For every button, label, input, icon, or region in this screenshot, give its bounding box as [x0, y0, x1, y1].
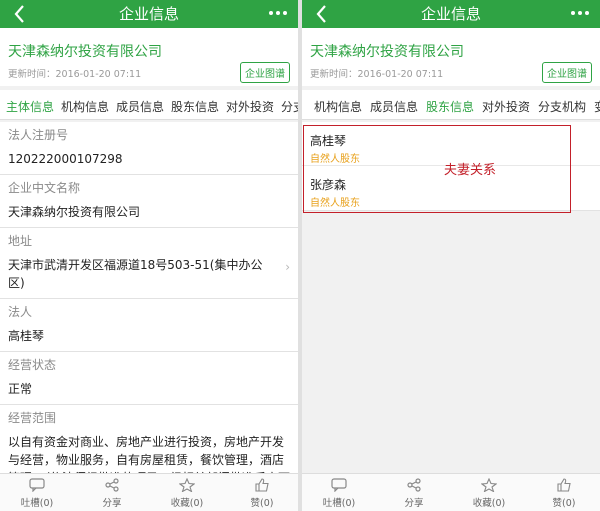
field-value: 正常 — [8, 382, 33, 396]
share-button[interactable]: 分享 — [384, 478, 444, 509]
nav-bar: 企业信息 — [302, 0, 600, 28]
field-company-name: 企业中文名称 天津森纳尔投资有限公司 — [0, 175, 298, 228]
tab-org-info[interactable]: 机构信息 — [61, 98, 109, 115]
shareholder-area: 高桂琴 自然人股东 张彦森 自然人股东 夫妻关系 — [302, 122, 600, 473]
star-icon — [179, 478, 195, 492]
screenshot-stage: 企业信息 天津森纳尔投资有限公司 更新时间：2016-01-20 07:11 企… — [0, 0, 600, 511]
favorite-label: 收藏(0) — [472, 498, 506, 509]
share-icon — [105, 478, 119, 492]
page-title: 企业信息 — [118, 5, 179, 23]
comment-button[interactable]: 吐槽(0) — [309, 478, 369, 509]
comment-label: 吐槽(0) — [20, 498, 54, 509]
field-label: 经营状态 — [8, 358, 57, 372]
tab-investments[interactable]: 对外投资 — [482, 98, 530, 115]
main-info-list: 法人注册号 120222000107298 企业中文名称 天津森纳尔投资有限公司… — [0, 122, 298, 473]
more-dots-icon[interactable] — [266, 3, 290, 23]
star-icon — [481, 478, 497, 492]
field-label: 法人注册号 — [8, 128, 69, 142]
field-status: 经营状态 正常 — [0, 352, 298, 405]
chevron-right-icon: › — [285, 260, 290, 274]
comment-icon — [331, 478, 347, 492]
field-legal-person: 法人 高桂琴 — [0, 299, 298, 352]
tab-shareholders[interactable]: 股东信息 — [171, 98, 219, 115]
update-time: 更新时间：2016-01-20 07:11 — [8, 69, 142, 80]
company-graph-button[interactable]: 企业图谱 — [240, 62, 290, 83]
thumbs-up-icon — [557, 478, 571, 492]
company-name: 天津森纳尔投资有限公司 — [310, 44, 464, 60]
update-time: 更新时间：2016-01-20 07:11 — [310, 69, 444, 80]
tab-investments[interactable]: 对外投资 — [226, 98, 274, 115]
comment-label: 吐槽(0) — [322, 498, 356, 509]
field-value: 以自有资金对商业、房地产业进行投资，房地产开发与经营，物业服务，自有房屋租赁，餐… — [8, 435, 290, 473]
tab-members[interactable]: 成员信息 — [370, 98, 418, 115]
field-label: 经营范围 — [8, 411, 57, 425]
comment-icon — [29, 478, 45, 492]
tab-bar: 主体信息 机构信息 成员信息 股东信息 对外投资 分支 — [0, 90, 298, 120]
field-label: 企业中文名称 — [8, 181, 81, 195]
bottom-action-bar: 吐槽(0) 分享 收藏(0) 赞(0) — [302, 473, 600, 511]
field-reg-number: 法人注册号 120222000107298 — [0, 122, 298, 175]
highlight-box — [303, 125, 571, 213]
tab-branches[interactable]: 分支 — [281, 98, 298, 115]
field-label: 法人 — [8, 305, 33, 319]
like-button[interactable]: 赞(0) — [534, 478, 594, 509]
tab-branches[interactable]: 分支机构 — [538, 98, 586, 115]
thumbs-up-icon — [255, 478, 269, 492]
share-label: 分享 — [404, 498, 424, 509]
field-value: 120222000107298 — [8, 152, 123, 166]
tab-members[interactable]: 成员信息 — [116, 98, 164, 115]
company-graph-button[interactable]: 企业图谱 — [542, 62, 592, 83]
favorite-button[interactable]: 收藏(0) — [459, 478, 519, 509]
field-value: 天津市武清开发区福源道18号503-51(集中办公区) — [8, 258, 263, 290]
nav-bar: 企业信息 — [0, 0, 298, 28]
tab-bar: 机构信息 成员信息 股东信息 对外投资 分支机构 变 — [302, 90, 600, 120]
tab-org-info[interactable]: 机构信息 — [314, 98, 362, 115]
field-value: 高桂琴 — [8, 329, 45, 343]
favorite-label: 收藏(0) — [170, 498, 204, 509]
company-name: 天津森纳尔投资有限公司 — [8, 44, 162, 60]
bottom-action-bar: 吐槽(0) 分享 收藏(0) 赞(0) — [0, 473, 298, 511]
like-label: 赞(0) — [250, 498, 274, 509]
company-header: 天津森纳尔投资有限公司 更新时间：2016-01-20 07:11 企业图谱 — [302, 28, 600, 86]
like-button[interactable]: 赞(0) — [232, 478, 292, 509]
right-screen: 企业信息 天津森纳尔投资有限公司 更新时间：2016-01-20 07:11 企… — [302, 0, 600, 511]
share-label: 分享 — [102, 498, 122, 509]
tab-shareholders[interactable]: 股东信息 — [426, 98, 474, 115]
field-business-scope: 经营范围 以自有资金对商业、房地产业进行投资，房地产开发与经营，物业服务，自有房… — [0, 405, 298, 473]
tab-main-info[interactable]: 主体信息 — [6, 98, 54, 115]
field-address[interactable]: 地址 天津市武清开发区福源道18号503-51(集中办公区) › — [0, 228, 298, 299]
company-header: 天津森纳尔投资有限公司 更新时间：2016-01-20 07:11 企业图谱 — [0, 28, 298, 86]
share-icon — [407, 478, 421, 492]
page-title: 企业信息 — [420, 5, 481, 23]
more-dots-icon[interactable] — [568, 3, 592, 23]
like-label: 赞(0) — [552, 498, 576, 509]
left-screen: 企业信息 天津森纳尔投资有限公司 更新时间：2016-01-20 07:11 企… — [0, 0, 298, 511]
field-value: 天津森纳尔投资有限公司 — [8, 205, 141, 219]
relationship-annotation: 夫妻关系 — [444, 163, 497, 178]
field-label: 地址 — [8, 234, 33, 248]
comment-button[interactable]: 吐槽(0) — [7, 478, 67, 509]
share-button[interactable]: 分享 — [82, 478, 142, 509]
favorite-button[interactable]: 收藏(0) — [157, 478, 217, 509]
tab-changes[interactable]: 变 — [594, 98, 600, 115]
